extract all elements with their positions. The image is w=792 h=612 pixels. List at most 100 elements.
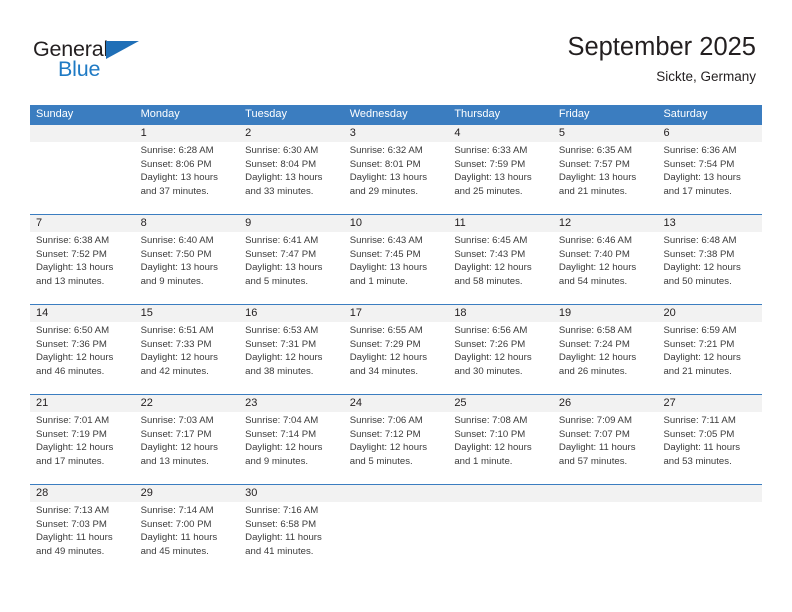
day-number[interactable] xyxy=(30,125,135,142)
day-number[interactable]: 29 xyxy=(135,485,240,502)
day-cell[interactable]: Sunrise: 6:36 AM Sunset: 7:54 PM Dayligh… xyxy=(657,142,762,214)
daylight-text-line2: and 38 minutes. xyxy=(245,365,314,377)
day-cell[interactable]: Sunrise: 6:28 AM Sunset: 8:06 PM Dayligh… xyxy=(135,142,240,214)
daylight-text-line2: and 5 minutes. xyxy=(245,275,309,287)
day-number[interactable]: 19 xyxy=(553,305,658,322)
daylight-text-line1: Daylight: 13 hours xyxy=(349,172,428,184)
day-cell[interactable]: Sunrise: 6:53 AM Sunset: 7:31 PM Dayligh… xyxy=(239,322,344,394)
daylight-text-line2: and 17 minutes. xyxy=(36,455,105,467)
day-cell[interactable]: Sunrise: 6:59 AM Sunset: 7:21 PM Dayligh… xyxy=(657,322,762,394)
day-number[interactable]: 10 xyxy=(344,215,449,232)
week-detail-row: Sunrise: 7:13 AM Sunset: 7:03 PM Dayligh… xyxy=(30,502,762,574)
generalblue-logo[interactable]: General Blue xyxy=(33,37,153,83)
sunrise-text: Sunrise: 6:46 AM xyxy=(558,235,632,246)
sunrise-text: Sunrise: 7:08 AM xyxy=(454,415,528,426)
day-cell[interactable]: Sunrise: 7:03 AM Sunset: 7:17 PM Dayligh… xyxy=(135,412,240,484)
day-cell[interactable]: Sunrise: 6:50 AM Sunset: 7:36 PM Dayligh… xyxy=(30,322,135,394)
day-number[interactable] xyxy=(344,485,449,502)
daylight-text-line2: and 17 minutes. xyxy=(663,185,732,197)
day-cell[interactable]: Sunrise: 7:11 AM Sunset: 7:05 PM Dayligh… xyxy=(657,412,762,484)
day-number[interactable]: 12 xyxy=(553,215,658,232)
daylight-text-line1: Daylight: 12 hours xyxy=(663,352,741,364)
day-number[interactable]: 30 xyxy=(239,485,344,502)
page-subtitle-location: Sickte, Germany xyxy=(656,69,756,84)
day-cell[interactable]: Sunrise: 6:45 AM Sunset: 7:43 PM Dayligh… xyxy=(448,232,553,304)
day-number[interactable]: 24 xyxy=(344,395,449,412)
day-number[interactable]: 5 xyxy=(553,125,658,142)
day-number[interactable]: 17 xyxy=(344,305,449,322)
day-cell[interactable] xyxy=(30,142,135,214)
sunset-text: Sunset: 7:33 PM xyxy=(140,338,212,350)
day-number[interactable]: 11 xyxy=(448,215,553,232)
daylight-text-line1: Daylight: 12 hours xyxy=(454,442,532,454)
day-cell[interactable]: Sunrise: 6:32 AM Sunset: 8:01 PM Dayligh… xyxy=(344,142,449,214)
day-cell[interactable]: Sunrise: 7:13 AM Sunset: 7:03 PM Dayligh… xyxy=(30,502,135,574)
day-cell[interactable]: Sunrise: 7:06 AM Sunset: 7:12 PM Dayligh… xyxy=(344,412,449,484)
daylight-text-line1: Daylight: 13 hours xyxy=(140,262,218,274)
day-cell[interactable] xyxy=(553,502,658,574)
day-cell[interactable]: Sunrise: 6:51 AM Sunset: 7:33 PM Dayligh… xyxy=(135,322,240,394)
day-cell[interactable]: Sunrise: 6:30 AM Sunset: 8:04 PM Dayligh… xyxy=(239,142,344,214)
day-cell[interactable]: Sunrise: 7:09 AM Sunset: 7:07 PM Dayligh… xyxy=(553,412,658,484)
daylight-text-line2: and 29 minutes. xyxy=(349,185,419,197)
logo-triangle-icon xyxy=(106,41,139,59)
sunrise-text: Sunrise: 7:01 AM xyxy=(36,415,110,426)
day-number[interactable]: 26 xyxy=(553,395,658,412)
day-number[interactable]: 28 xyxy=(30,485,135,502)
day-cell[interactable]: Sunrise: 6:55 AM Sunset: 7:29 PM Dayligh… xyxy=(344,322,449,394)
day-number[interactable]: 9 xyxy=(239,215,344,232)
daylight-text-line1: Daylight: 12 hours xyxy=(349,442,428,454)
calendar-week-row: 14 15 16 17 18 19 20 Sunrise: 6:50 AM Su… xyxy=(30,304,762,394)
day-number[interactable] xyxy=(657,485,762,502)
day-number[interactable]: 27 xyxy=(657,395,762,412)
day-number[interactable]: 23 xyxy=(239,395,344,412)
day-number[interactable] xyxy=(448,485,553,502)
sunset-text: Sunset: 7:12 PM xyxy=(349,428,421,440)
day-number[interactable] xyxy=(553,485,658,502)
day-number[interactable]: 25 xyxy=(448,395,553,412)
day-number[interactable]: 4 xyxy=(448,125,553,142)
day-cell[interactable]: Sunrise: 6:33 AM Sunset: 7:59 PM Dayligh… xyxy=(448,142,553,214)
day-number[interactable]: 13 xyxy=(657,215,762,232)
daylight-text-line1: Daylight: 12 hours xyxy=(36,442,114,454)
day-number[interactable]: 14 xyxy=(30,305,135,322)
day-cell[interactable]: Sunrise: 6:48 AM Sunset: 7:38 PM Dayligh… xyxy=(657,232,762,304)
day-number[interactable]: 22 xyxy=(135,395,240,412)
day-number[interactable]: 20 xyxy=(657,305,762,322)
sunrise-text: Sunrise: 6:41 AM xyxy=(245,235,319,246)
day-cell[interactable]: Sunrise: 6:41 AM Sunset: 7:47 PM Dayligh… xyxy=(239,232,344,304)
day-cell[interactable]: Sunrise: 6:40 AM Sunset: 7:50 PM Dayligh… xyxy=(135,232,240,304)
day-cell[interactable]: Sunrise: 6:43 AM Sunset: 7:45 PM Dayligh… xyxy=(344,232,449,304)
day-cell[interactable]: Sunrise: 6:46 AM Sunset: 7:40 PM Dayligh… xyxy=(553,232,658,304)
day-cell[interactable]: Sunrise: 7:14 AM Sunset: 7:00 PM Dayligh… xyxy=(135,502,240,574)
day-number[interactable]: 15 xyxy=(135,305,240,322)
day-cell[interactable] xyxy=(657,502,762,574)
sunrise-text: Sunrise: 6:48 AM xyxy=(663,235,737,246)
day-number[interactable]: 2 xyxy=(239,125,344,142)
sunrise-text: Sunrise: 6:28 AM xyxy=(140,145,214,156)
day-cell[interactable]: Sunrise: 6:35 AM Sunset: 7:57 PM Dayligh… xyxy=(553,142,658,214)
day-number[interactable]: 16 xyxy=(239,305,344,322)
day-cell[interactable] xyxy=(448,502,553,574)
day-cell[interactable]: Sunrise: 6:58 AM Sunset: 7:24 PM Dayligh… xyxy=(553,322,658,394)
day-cell[interactable]: Sunrise: 6:56 AM Sunset: 7:26 PM Dayligh… xyxy=(448,322,553,394)
daylight-text-line1: Daylight: 13 hours xyxy=(140,172,218,184)
daylight-text-line1: Daylight: 13 hours xyxy=(36,262,114,274)
day-number[interactable]: 18 xyxy=(448,305,553,322)
daylight-text-line1: Daylight: 12 hours xyxy=(558,352,637,364)
sunset-text: Sunset: 7:14 PM xyxy=(245,428,317,440)
day-cell[interactable]: Sunrise: 7:16 AM Sunset: 6:58 PM Dayligh… xyxy=(239,502,344,574)
day-number[interactable]: 8 xyxy=(135,215,240,232)
day-number[interactable]: 3 xyxy=(344,125,449,142)
sunrise-text: Sunrise: 7:16 AM xyxy=(245,505,319,516)
day-cell[interactable]: Sunrise: 7:04 AM Sunset: 7:14 PM Dayligh… xyxy=(239,412,344,484)
day-cell[interactable]: Sunrise: 7:01 AM Sunset: 7:19 PM Dayligh… xyxy=(30,412,135,484)
week-date-number-strip: 14 15 16 17 18 19 20 xyxy=(30,305,762,322)
day-number[interactable]: 1 xyxy=(135,125,240,142)
day-cell[interactable]: Sunrise: 6:38 AM Sunset: 7:52 PM Dayligh… xyxy=(30,232,135,304)
day-cell[interactable] xyxy=(344,502,449,574)
day-number[interactable]: 6 xyxy=(657,125,762,142)
day-cell[interactable]: Sunrise: 7:08 AM Sunset: 7:10 PM Dayligh… xyxy=(448,412,553,484)
day-number[interactable]: 21 xyxy=(30,395,135,412)
day-number[interactable]: 7 xyxy=(30,215,135,232)
